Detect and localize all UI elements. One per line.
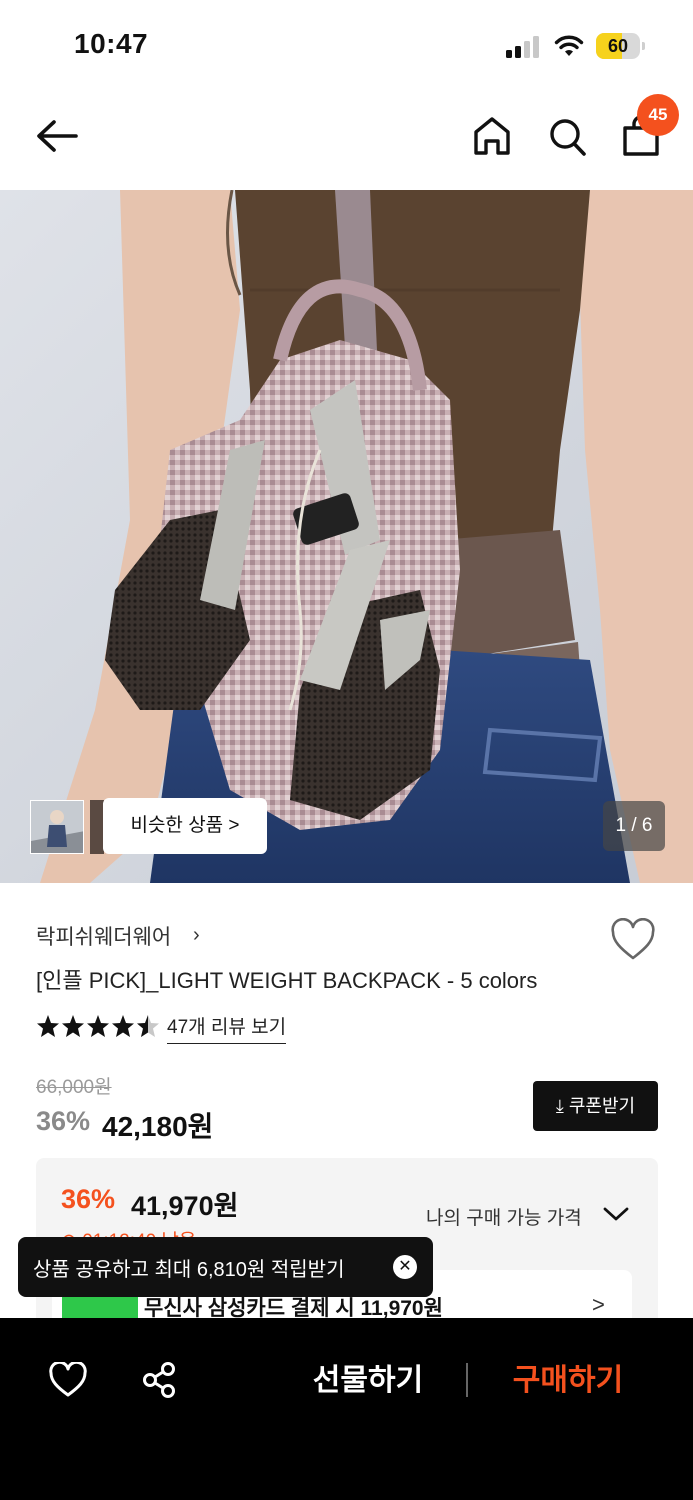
discount-rate: 36%	[36, 1106, 91, 1136]
star-icon	[37, 1015, 59, 1037]
battery-indicator: 60	[596, 33, 646, 59]
sale-price: 42,180원	[102, 1111, 214, 1142]
button-divider	[466, 1363, 468, 1397]
gift-button[interactable]: 선물하기	[290, 1356, 446, 1406]
best-price: 41,970원	[131, 1191, 239, 1221]
heart-icon[interactable]	[48, 1362, 88, 1398]
gallery-thumbnail-next[interactable]	[90, 800, 104, 854]
gallery-thumbnail[interactable]	[30, 800, 84, 854]
share-reward-toast[interactable]: 상품 공유하고 최대 6,810원 적립받기 ✕	[18, 1237, 433, 1297]
bottom-action-bar: 선물하기 구매하기	[0, 1318, 693, 1500]
cart-count-badge: 45	[637, 94, 679, 136]
heart-icon[interactable]	[610, 918, 656, 962]
chevron-down-icon[interactable]	[602, 1204, 630, 1224]
close-glyph: ✕	[398, 1258, 412, 1275]
wifi-icon	[554, 35, 584, 56]
close-icon[interactable]: ✕	[393, 1255, 417, 1279]
image-page-counter: 1 / 6	[603, 801, 665, 851]
best-discount-rate: 36%	[61, 1184, 116, 1214]
home-icon[interactable]	[471, 114, 513, 158]
chevron-right-icon: >	[592, 1292, 605, 1317]
similar-products-button[interactable]: 비슷한 상품 >	[103, 798, 267, 854]
battery-level: 60	[607, 36, 629, 56]
top-nav-bar	[0, 90, 693, 190]
rating-stars	[37, 1015, 159, 1037]
cellular-signal-icon	[506, 36, 539, 58]
buy-button[interactable]: 구매하기	[490, 1356, 646, 1406]
star-icon	[112, 1015, 134, 1037]
search-icon[interactable]	[546, 114, 588, 158]
star-icon	[62, 1015, 84, 1037]
product-photo	[0, 190, 693, 883]
status-bar: 10:47 60	[0, 0, 693, 90]
star-icon	[87, 1015, 109, 1037]
coupon-download-button[interactable]: ⤓ 쿠폰받기	[533, 1081, 658, 1131]
chevron-right-icon: ›	[193, 924, 200, 946]
product-image-carousel[interactable]	[0, 190, 693, 883]
toast-message: 상품 공유하고 최대 6,810원 적립받기	[33, 1259, 345, 1281]
brand-name-link[interactable]: 락피쉬웨더웨어	[36, 921, 171, 951]
back-arrow-icon[interactable]	[34, 116, 80, 156]
status-time: 10:47	[74, 28, 149, 59]
my-price-label[interactable]: 나의 구매 가능 가격	[426, 1203, 582, 1230]
original-price: 66,000원	[36, 1077, 112, 1098]
product-title: [인플 PICK]_LIGHT WEIGHT BACKPACK - 5 colo…	[36, 968, 538, 993]
share-icon[interactable]	[139, 1360, 179, 1400]
review-link[interactable]: 47개 리뷰 보기	[167, 1012, 287, 1044]
